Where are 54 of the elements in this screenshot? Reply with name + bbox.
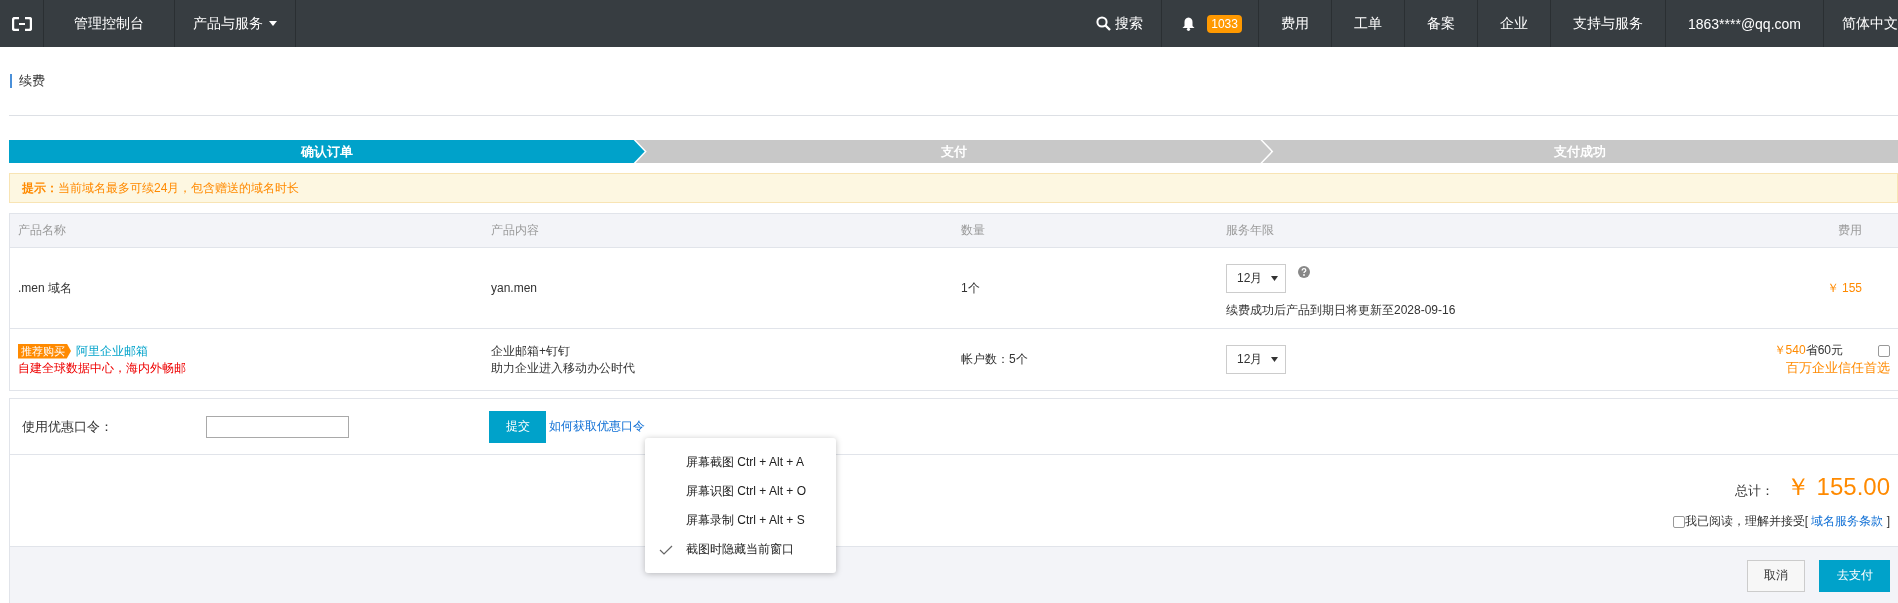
search-button[interactable]: 搜索 bbox=[1078, 0, 1162, 47]
nav-link[interactable]: 1863****@qq.com bbox=[1664, 0, 1823, 47]
menu-item[interactable]: 屏幕截图 Ctrl + Alt + A bbox=[645, 448, 836, 477]
nav-link[interactable]: 费用 bbox=[1257, 0, 1331, 47]
nav-link[interactable]: 简体中文 bbox=[1823, 0, 1898, 47]
promo-price: ￥540 bbox=[1773, 342, 1806, 359]
bell-icon bbox=[1182, 16, 1196, 31]
product-name: .men 域名 bbox=[18, 279, 73, 297]
agree-checkbox[interactable] bbox=[1672, 515, 1685, 528]
promo-slogan: 自建全球数据中心，海内外畅邮 bbox=[18, 359, 187, 377]
caret-icon bbox=[269, 21, 277, 26]
column-header: 费用 bbox=[1838, 222, 1862, 239]
help-icon[interactable] bbox=[1298, 265, 1310, 278]
coupon-label: 使用优惠口令： bbox=[22, 418, 113, 434]
tip-text: 提示：当前域名最多可续24月，包含赠送的域名时长 bbox=[22, 179, 300, 197]
menu-item[interactable]: 屏幕识图 Ctrl + Alt + O bbox=[645, 477, 836, 506]
page-title: 续费 bbox=[10, 74, 45, 88]
nav-link[interactable]: 工单 bbox=[1330, 0, 1404, 47]
product-content: 企业邮箱+钉钉 bbox=[491, 342, 571, 360]
quantity: 1个 bbox=[961, 279, 981, 297]
caret-icon bbox=[1271, 357, 1278, 362]
total-label: 总计： bbox=[1734, 482, 1774, 500]
period-select[interactable]: 12月 bbox=[1226, 263, 1286, 293]
nav-link[interactable]: 备案 bbox=[1403, 0, 1477, 47]
add-checkbox[interactable] bbox=[1878, 344, 1890, 357]
expiry-note: 续费成功后产品到期日将更新至2028-09-16 bbox=[1226, 301, 1457, 319]
period-select[interactable]: 12月 bbox=[1226, 345, 1286, 374]
agreement-text: 我已阅读，理解并接受[ 域名服务条款 ] bbox=[1684, 513, 1890, 530]
recommend-badge: 推荐购买 bbox=[18, 343, 71, 359]
saving-text: 省60元 bbox=[1805, 342, 1843, 359]
column-header: 数量 bbox=[961, 222, 986, 239]
column-header: 产品内容 bbox=[491, 222, 540, 239]
menu-item[interactable]: 屏幕录制 Ctrl + Alt + S bbox=[645, 506, 836, 535]
caret-icon bbox=[1271, 275, 1278, 281]
quantity: 帐户数：5个 bbox=[961, 351, 1029, 368]
menu-item[interactable]: 截图时隐藏当前窗口 bbox=[645, 535, 836, 564]
total-amount: ￥ 155.00 bbox=[1785, 472, 1890, 502]
column-header: 产品名称 bbox=[18, 222, 67, 239]
terms-link[interactable]: 域名服务条款 bbox=[1808, 514, 1884, 528]
console-link[interactable]: 管理控制台 bbox=[44, 0, 175, 47]
fee-amount: ￥ 155 bbox=[1826, 279, 1862, 297]
nav-link[interactable]: 企业 bbox=[1476, 0, 1550, 47]
column-header: 服务年限 bbox=[1226, 222, 1275, 239]
product-content: yan.men bbox=[491, 281, 539, 295]
promo-tagline: 百万企业信任首选 bbox=[1786, 359, 1890, 377]
help-link[interactable]: 如何获取优惠口令 bbox=[549, 418, 645, 435]
product-content: 助力企业进入移动办公时代 bbox=[491, 359, 636, 377]
notification-count: 1033 bbox=[1207, 14, 1242, 33]
coupon-input[interactable] bbox=[206, 415, 349, 438]
nav-link[interactable]: 支持与服务 bbox=[1549, 0, 1665, 47]
search-icon bbox=[1096, 16, 1112, 31]
cancel-button[interactable]: 取消 bbox=[1747, 559, 1805, 592]
check-icon bbox=[658, 544, 673, 555]
products-menu[interactable]: 产品与服务 bbox=[175, 0, 296, 47]
